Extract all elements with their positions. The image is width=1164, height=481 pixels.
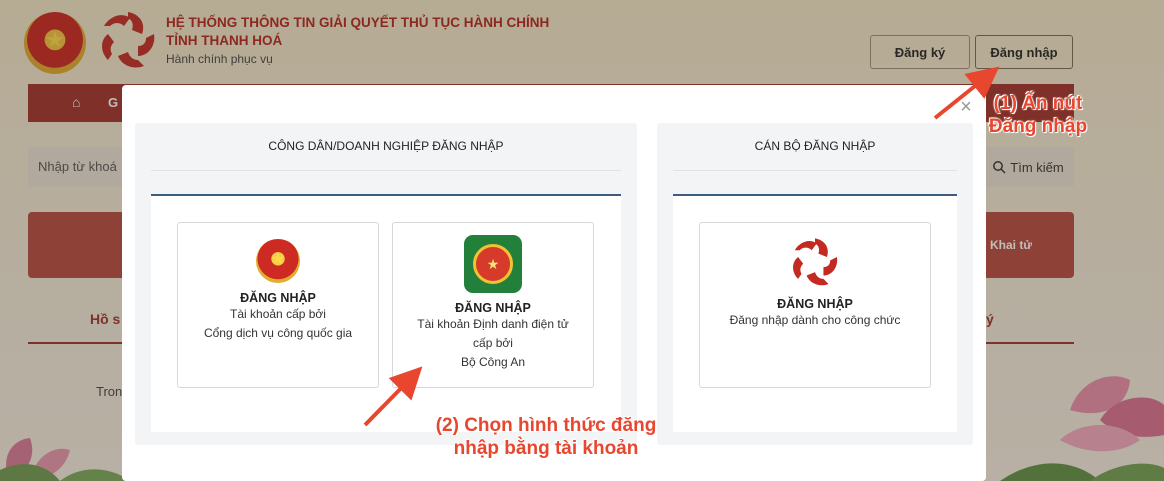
annotation-line: Đăng nhập [988,116,1088,137]
national-portal-login-card[interactable]: ★ ĐĂNG NHẬP Tài khoản cấp bởi Cổng dịch … [177,222,379,388]
annotation-line: nhập bằng tài khoản [453,438,639,459]
card-desc-line: Bộ Công An [460,355,526,369]
vneid-logo-icon: ★ [464,235,522,293]
card-desc-line: cấp bởi [473,336,513,350]
panel-divider [151,170,621,171]
panel-divider [673,170,957,171]
citizen-login-panel: CÔNG DÂN/DOANH NGHIỆP ĐĂNG NHẬP ★ ĐĂNG N… [135,123,637,445]
card-desc-line: Cổng dịch vụ công quốc gia [203,326,353,340]
national-emblem-icon: ★ [256,239,300,283]
staff-login-card[interactable]: ĐĂNG NHẬP Đăng nhập dành cho công chức [699,222,931,388]
card-title: ĐĂNG NHẬP [455,301,531,315]
annotation-line: (1) Ấn nút [993,93,1083,114]
public-service-logo-icon [793,238,838,286]
close-icon[interactable]: × [954,95,978,119]
card-desc-line: Tài khoản Định danh điện tử [417,317,569,331]
citizen-panel-title: CÔNG DÂN/DOANH NGHIỆP ĐĂNG NHẬP [268,139,504,153]
annotation-step-2: (2) Chọn hình thức đăng nhập bằng tài kh… [408,414,684,460]
staff-login-panel: CÁN BỘ ĐĂNG NHẬP ĐĂNG NHẬP Đăng nhập dàn… [657,123,973,445]
card-desc-line: Đăng nhập dành cho công chức [729,313,901,327]
annotation-step-1: (1) Ấn nút Đăng nhập [976,92,1100,138]
card-desc-line: Tài khoản cấp bởi [230,307,326,321]
card-title: ĐĂNG NHẬP [777,297,853,311]
annotation-line: (2) Chọn hình thức đăng [435,415,657,436]
staff-panel-title: CÁN BỘ ĐĂNG NHẬP [754,139,876,153]
vneid-login-card[interactable]: ★ ĐĂNG NHẬP Tài khoản Định danh điện tử … [392,222,594,388]
card-title: ĐĂNG NHẬP [240,291,316,305]
